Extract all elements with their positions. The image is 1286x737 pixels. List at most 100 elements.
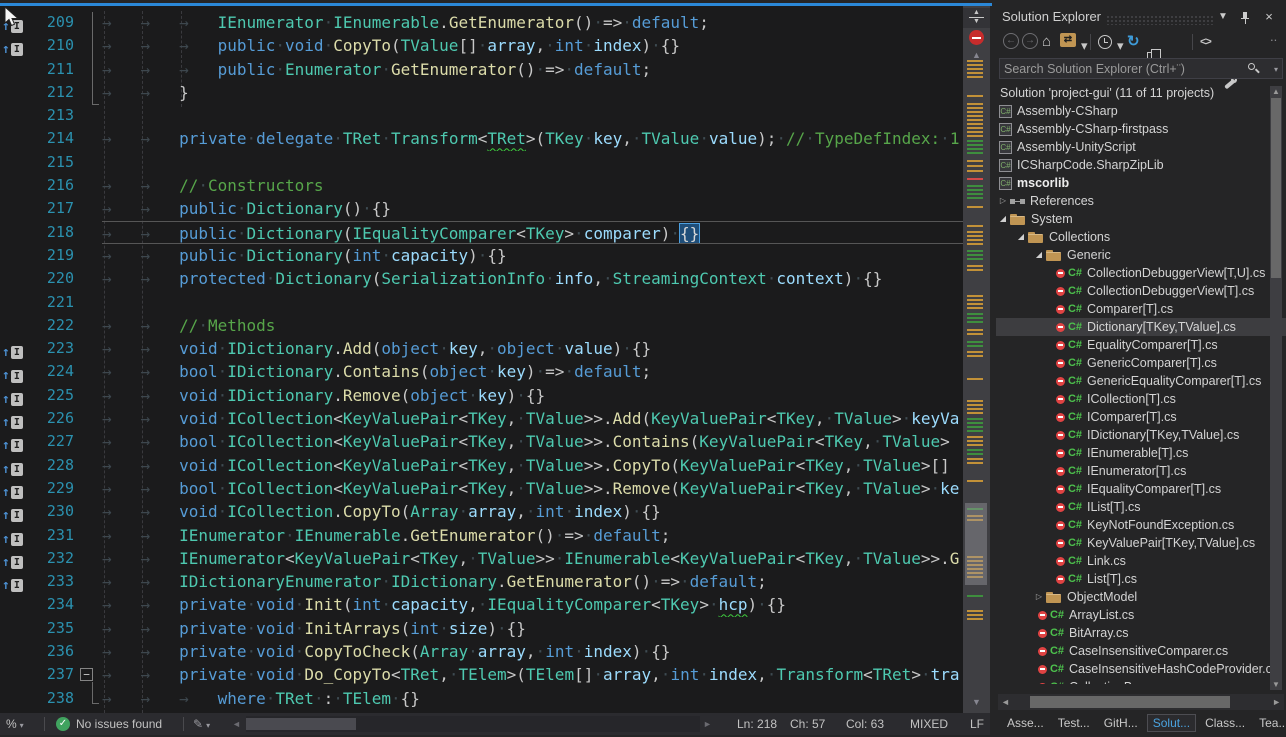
tree-item-generic[interactable]: ◢Generic [996,246,1286,264]
code-line[interactable]: 235→ → private·void·InitArrays(int·size)… [0,617,963,640]
tool-window-tab-tea[interactable]: Tea... [1254,715,1286,731]
tree-item-genericcomparer-t-cs[interactable]: C#GenericComparer[T].cs [996,354,1286,372]
tree-item-arraylist-cs[interactable]: C#ArrayList.cs [996,606,1286,624]
chevron-down-icon[interactable]: ▾ [1274,65,1278,74]
collapse-arrow-icon[interactable]: ◢ [1032,246,1046,264]
tree-item-list-t-cs[interactable]: C#List[T].cs [996,570,1286,588]
scroll-down-icon[interactable]: ▼ [1270,680,1282,689]
search-icon[interactable] [1247,62,1260,75]
zoom-control[interactable]: %▾ [6,713,24,735]
implements-glyph-icon[interactable]: ↑I [0,547,30,570]
tree-item-collectiondebuggerview-t-cs[interactable]: C#CollectionDebuggerView[T].cs [996,282,1286,300]
scrollbar-thumb[interactable] [1271,98,1281,278]
scrollbar-thumb[interactable] [965,503,987,585]
panel-title-bar[interactable]: Solution Explorer ▼ × [996,6,1286,30]
code-line[interactable]: ↑I229→ → bool·ICollection<KeyValuePair<T… [0,477,963,500]
tree-item-ienumerable-t-cs[interactable]: C#IEnumerable[T].cs [996,444,1286,462]
tree-item-keynotfoundexception-cs[interactable]: C#KeyNotFoundException.cs [996,516,1286,534]
tree-item-caseinsensitivecomparer-cs[interactable]: C#CaseInsensitiveComparer.cs [996,642,1286,660]
tree-item-keyvaluepair-tkey-tvalue-cs[interactable]: C#KeyValuePair[TKey,TValue].cs [996,534,1286,552]
tree-item-link-cs[interactable]: C#Link.cs [996,552,1286,570]
implements-glyph-icon[interactable]: ↑I [0,407,30,430]
code-line[interactable]: 211→ → → public·Enumerator·GetEnumerator… [0,58,963,81]
tree-vertical-scrollbar[interactable]: ▲ ▼ [1270,86,1282,690]
code-line[interactable]: ↑I226→ → void·ICollection<KeyValuePair<T… [0,407,963,430]
view-code-button[interactable]: <> [1200,33,1211,51]
forward-button[interactable]: → [1022,33,1038,49]
tree-item-assembly-csharp-firstpass[interactable]: C#Assembly-CSharp-firstpass [996,120,1286,138]
tree-item-idictionary-tkey-tvalue-cs[interactable]: C#IDictionary[TKey,TValue].cs [996,426,1286,444]
implements-glyph-icon[interactable]: ↑I [0,454,30,477]
toolbar-overflow-icon[interactable]: .. [1270,28,1277,46]
code-line[interactable]: ↑I224→ → bool·IDictionary.Contains(objec… [0,360,963,383]
code-editor[interactable]: ↑I209→ → → IEnumerator·IEnumerable.GetEn… [0,6,963,713]
tree-item-assembly-csharp[interactable]: C#Assembly-CSharp [996,102,1286,120]
code-line[interactable]: 215 [0,151,963,174]
tool-window-tab-test[interactable]: Test... [1053,715,1095,731]
code-line[interactable]: 217→ → public·Dictionary()·{} [0,197,963,220]
hscroll-left-icon[interactable]: ◄ [232,713,241,735]
implements-glyph-icon[interactable]: ↑I [0,524,30,547]
pin-icon[interactable] [1238,11,1252,25]
code-line[interactable]: ↑I228→ → void·ICollection<KeyValuePair<T… [0,454,963,477]
search-input[interactable] [1004,59,1234,78]
code-line[interactable]: ↑I227→ → bool·ICollection<KeyValuePair<T… [0,430,963,453]
code-line[interactable]: 236→ → private·void·CopyToCheck(Array·ar… [0,640,963,663]
code-line[interactable]: ↑I210→ → → public·void·CopyTo(TValue[]·a… [0,34,963,57]
tree-item-equalitycomparer-t-cs[interactable]: C#EqualityComparer[T].cs [996,336,1286,354]
editor-vertical-scrollbar[interactable]: ▲▼ ▲ ▼ [963,6,990,713]
tree-item-icsharpcode-sharpziplib[interactable]: C#ICSharpCode.SharpZipLib [996,156,1286,174]
code-line[interactable]: 222→ → //·Methods [0,314,963,337]
tool-window-tab-class[interactable]: Class... [1200,715,1250,731]
scroll-left-icon[interactable]: ◄ [1001,694,1010,710]
health-indicator[interactable]: ✓ No issues found [56,713,162,735]
code-line[interactable]: ↑I223→ → void·IDictionary.Add(object·key… [0,337,963,360]
code-line[interactable]: 212→ → } [0,81,963,104]
implements-glyph-icon[interactable]: ↑I [0,570,30,593]
tool-window-tab-gith[interactable]: GitH... [1099,715,1143,731]
tree-item-icomparer-t-cs[interactable]: C#IComparer[T].cs [996,408,1286,426]
status-encoding[interactable]: MIXED [910,713,948,735]
solution-root-node[interactable]: Solution 'project-gui' (11 of 11 project… [996,84,1286,102]
tree-item-icollection-t-cs[interactable]: C#ICollection[T].cs [996,390,1286,408]
tree-item-caseinsensitivehashcodeprovider-cs[interactable]: C#CaseInsensitiveHashCodeProvider.cs [996,660,1286,678]
chevron-down-icon[interactable]: ▾ [1081,37,1088,55]
implements-glyph-icon[interactable]: ↑I [0,430,30,453]
code-line[interactable]: 238→ → → where·TRet·:·TElem·{} [0,687,963,710]
code-line[interactable]: 221 [0,291,963,314]
code-line[interactable]: 234→ → private·void·Init(int·capacity,·I… [0,593,963,616]
code-line[interactable]: ↑I233→ → IDictionaryEnumerator·IDictiona… [0,570,963,593]
code-line[interactable]: 220→ → protected·Dictionary(Serializatio… [0,267,963,290]
tree-item-iequalitycomparer-t-cs[interactable]: C#IEqualityComparer[T].cs [996,480,1286,498]
code-line[interactable]: ↑I209→ → → IEnumerator·IEnumerable.GetEn… [0,11,963,34]
editor-horizontal-scrollbar[interactable] [246,716,700,732]
tree-item-collectionbase-cs[interactable]: C#CollectionBase.cs [996,678,1286,684]
code-line[interactable]: ↑I230→ → void·ICollection.CopyTo(Array·a… [0,500,963,523]
scroll-right-icon[interactable]: ► [1272,694,1281,710]
code-line[interactable]: ↑I231→ → IEnumerator·IEnumerable.GetEnum… [0,524,963,547]
search-box[interactable]: ▾ [999,58,1283,79]
code-line[interactable]: ↑I232→ → IEnumerator<KeyValuePair<TKey,·… [0,547,963,570]
tree-item-genericequalitycomparer-t-cs[interactable]: C#GenericEqualityComparer[T].cs [996,372,1286,390]
code-line[interactable]: 218→ → public·Dictionary(IEqualityCompar… [0,221,963,244]
code-line[interactable]: 214→ → private·delegate·TRet·Transform<T… [0,127,963,150]
chevron-down-icon[interactable]: ▾ [1117,37,1124,55]
expand-arrow-icon[interactable]: ▷ [996,192,1010,210]
window-menu-icon[interactable]: ▼ [1214,8,1232,26]
pending-changes-filter-button[interactable] [1098,35,1112,49]
implements-glyph-icon[interactable]: ↑I [0,477,30,500]
implements-glyph-icon[interactable]: ↑I [0,500,30,523]
scroll-up-icon[interactable]: ▲ [1270,87,1282,96]
status-column[interactable]: Col: 63 [846,713,884,735]
code-line[interactable]: 237−→ → private·void·Do_CopyTo<TRet,·TEl… [0,663,963,686]
tree-item-ienumerator-t-cs[interactable]: C#IEnumerator[T].cs [996,462,1286,480]
tree-horizontal-scrollbar[interactable]: ◄ ► [998,694,1284,710]
tree-item-bitarray-cs[interactable]: C#BitArray.cs [996,624,1286,642]
scroll-down-icon[interactable]: ▼ [963,697,990,707]
collapse-arrow-icon[interactable]: ◢ [1014,228,1028,246]
tree-item-objectmodel[interactable]: ▷ObjectModel [996,588,1286,606]
tree-item-mscorlib[interactable]: C#mscorlib [996,174,1286,192]
implements-glyph-icon[interactable]: ↑I [0,337,30,360]
tree-item-collectiondebuggerview-t-u-cs[interactable]: C#CollectionDebuggerView[T,U].cs [996,264,1286,282]
drag-grip[interactable] [1106,15,1214,25]
